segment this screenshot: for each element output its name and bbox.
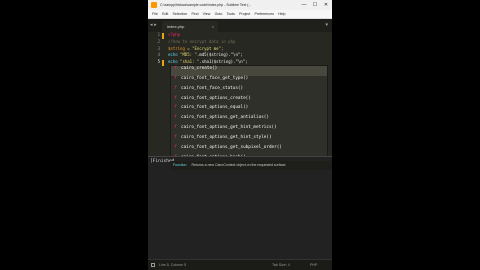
code-variable: $string: [168, 45, 185, 51]
autocomplete-item[interactable]: f cairo_create(): [171, 66, 327, 76]
autocomplete-item[interactable]: f cairo_font_face_status(): [171, 86, 327, 96]
menu-goto[interactable]: Goto: [212, 10, 224, 18]
modified-line-marker: [162, 60, 164, 66]
autocomplete-item[interactable]: f cairo_font_options_get_subpixel_order(): [171, 145, 327, 155]
code-line: <?php: [168, 32, 328, 39]
code-keyword: echo: [168, 52, 178, 58]
autocomplete-item[interactable]: f cairo_font_options_create(): [171, 96, 327, 106]
line-number-current: 5: [157, 59, 160, 65]
php-open-tag: <?php: [168, 32, 181, 37]
modified-line-marker: [162, 32, 164, 39]
build-output-panel: [Finished: [148, 156, 332, 259]
code-string: = "Encrypt me";: [184, 45, 224, 51]
line-number: 1: [157, 32, 160, 37]
autocomplete-item-label: cairo_font_options_get_subpixel_order(): [181, 144, 282, 150]
function-kind-icon: f: [174, 66, 177, 71]
maximize-button[interactable]: ☐: [311, 0, 319, 10]
function-kind-icon: f: [174, 144, 177, 150]
autocomplete-item-label: cairo_font_options_get_hint_metrics(): [181, 125, 277, 131]
code-line: echo "MD5: ".md5($string)."\n";: [168, 52, 328, 59]
syntax-indicator[interactable]: PHP: [310, 260, 317, 270]
autocomplete-item[interactable]: f cairo_font_options_equal(): [171, 105, 327, 115]
title-bar: C:\xampp\htdocs\sample code\index.php - …: [148, 0, 332, 10]
tab-close-icon[interactable]: ×: [212, 21, 214, 32]
tab-bar: ◂ ▸ index.php × ▾: [148, 19, 332, 32]
function-kind-icon: f: [174, 115, 177, 121]
window-controls: — ☐ ✕: [300, 0, 330, 10]
menu-help[interactable]: Help: [276, 10, 288, 18]
autocomplete-item-label: cairo_font_options_equal(): [181, 105, 249, 111]
sublime-app-icon: [151, 2, 157, 8]
code-comment: //how to encrypt data in php: [168, 38, 236, 44]
line-number: 3: [157, 45, 160, 51]
autocomplete-item-label: cairo_font_face_get_type(): [181, 75, 249, 81]
cursor-position: Line 5, Column 5: [159, 263, 187, 267]
menu-edit[interactable]: Edit: [160, 10, 170, 18]
code-line: $string = "Encrypt me";: [168, 46, 328, 53]
autocomplete-item[interactable]: f cairo_font_options_get_hint_style(): [171, 135, 327, 145]
menu-view[interactable]: View: [201, 10, 213, 18]
function-kind-icon: f: [174, 95, 177, 101]
autocomplete-item-label: cairo_font_options_create(): [181, 95, 251, 101]
menu-file[interactable]: File: [150, 10, 160, 18]
code-line: //how to encrypt data in php: [168, 39, 328, 46]
autocomplete-popup: f cairo_create() f cairo_font_face_get_typ…: [170, 65, 328, 161]
autocomplete-item[interactable]: f cairo_font_options_get_hint_metrics(): [171, 125, 327, 135]
sublime-text-window: C:\xampp\htdocs\sample code\index.php - …: [148, 0, 332, 270]
status-bar: Line 5, Column 5 Tab Size: 4 PHP: [148, 259, 332, 270]
close-button[interactable]: ✕: [322, 0, 330, 10]
autocomplete-description: Returns a new CairoContext object on the…: [191, 163, 287, 167]
autocomplete-item-label: cairo_font_options_get_antialias(): [181, 115, 269, 121]
autocomplete-item[interactable]: f cairo_font_face_get_type(): [171, 76, 327, 86]
function-kind-icon: f: [174, 85, 177, 91]
tab-size-indicator[interactable]: Tab Size: 4: [272, 260, 290, 270]
panel-toggle-icon[interactable]: [151, 263, 155, 267]
autocomplete-item-label: cairo_create(): [181, 66, 218, 71]
autocomplete-kind-label: Function: [173, 163, 187, 167]
menu-project[interactable]: Project: [237, 10, 252, 18]
code-expression: .sha1($string)."\n";: [199, 59, 248, 65]
autocomplete-item[interactable]: f cairo_font_options_get_antialias(): [171, 115, 327, 125]
line-number: 2: [157, 38, 160, 44]
code-expression: .md5($string)."\n";: [196, 52, 243, 58]
code-keyword: echo: [168, 59, 178, 65]
tab-nav-arrows-icon[interactable]: ◂ ▸: [150, 19, 157, 32]
tab-label: index.php: [167, 24, 185, 29]
autocomplete-item-label: cairo_font_options_get_hint_style(): [181, 134, 272, 140]
tab-index-php[interactable]: index.php ×: [162, 21, 218, 32]
menu-tools[interactable]: Tools: [224, 10, 237, 18]
window-title: C:\xampp\htdocs\sample code\index.php - …: [160, 3, 252, 7]
function-kind-icon: f: [174, 134, 177, 140]
function-kind-icon: f: [174, 125, 177, 131]
function-kind-icon: f: [174, 75, 177, 81]
minimize-button[interactable]: —: [300, 0, 308, 10]
code-string: "sha1: ": [177, 59, 200, 65]
menu-preferences[interactable]: Preferences: [252, 10, 276, 18]
menu-find[interactable]: Find: [189, 10, 200, 18]
autocomplete-details: Function Returns a new CairoContext objec…: [170, 161, 332, 170]
line-number-gutter: 1 2 3 4 5: [148, 32, 162, 156]
code-string: "MD5: ": [177, 52, 197, 58]
menu-selection[interactable]: Selection: [170, 10, 189, 18]
tab-dropdown-icon[interactable]: ▾: [325, 19, 328, 32]
menu-bar: File Edit Selection Find View Goto Tools…: [148, 10, 332, 19]
line-number: 4: [157, 52, 160, 58]
autocomplete-item-label: cairo_font_face_status(): [181, 85, 244, 91]
function-kind-icon: f: [174, 105, 177, 111]
code-editor[interactable]: <?php //how to encrypt data in php $stri…: [168, 32, 328, 66]
